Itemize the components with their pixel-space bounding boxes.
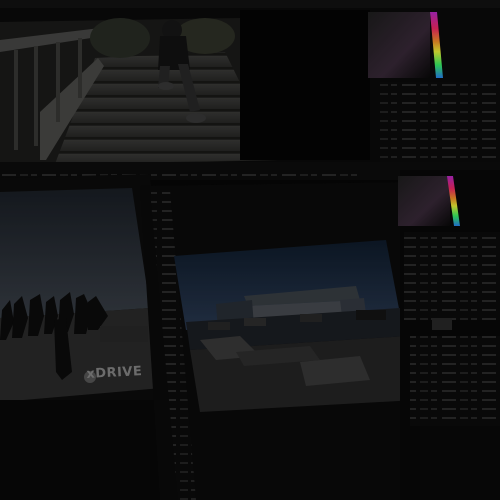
photo-editor-collage bbox=[0, 0, 500, 500]
photo-caption-xdrive: xDRIVE bbox=[86, 364, 143, 382]
